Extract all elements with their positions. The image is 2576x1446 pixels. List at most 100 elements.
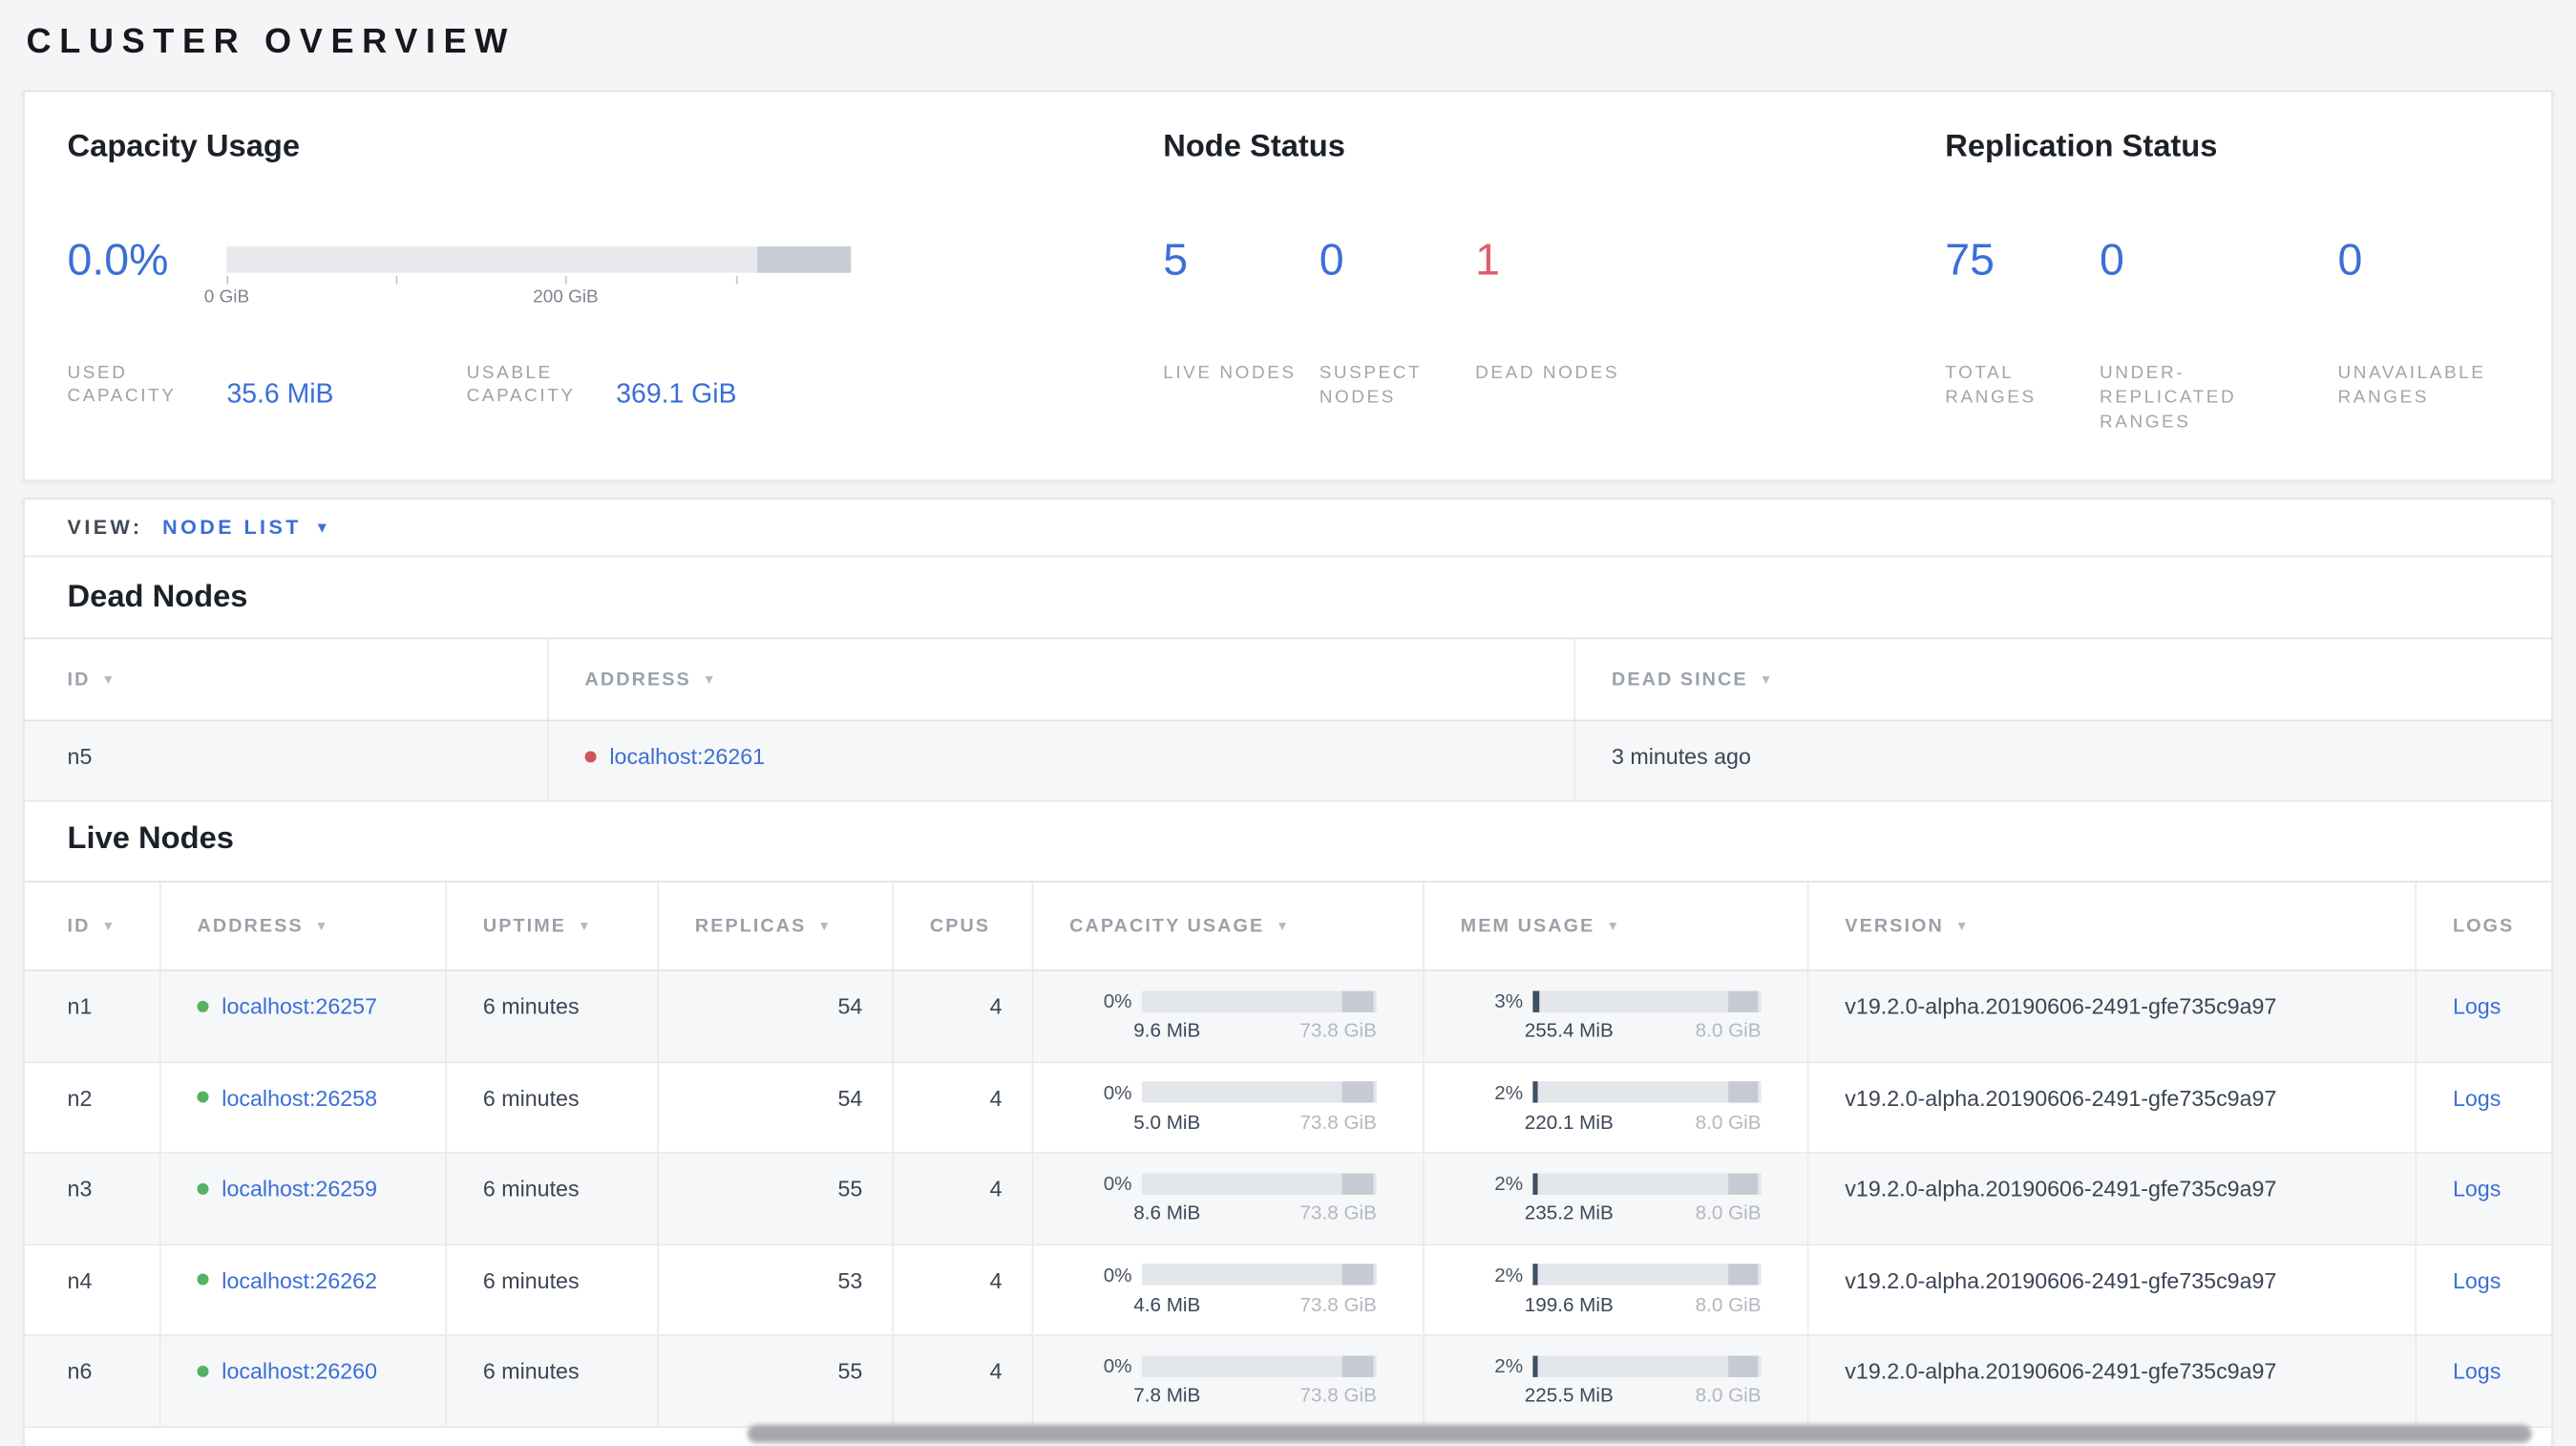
logs-cell: Logs <box>2417 1244 2551 1334</box>
sort-caret-icon: ▼ <box>1759 671 1773 688</box>
mem-usage-cell: 2% 235.2 MiB 8.0 GiB <box>1425 1153 1809 1244</box>
live-nodes-stat: 5 LIVE NODES <box>1163 232 1319 412</box>
node-version: v19.2.0-alpha.20190606-2491-gfe735c9a97 <box>1808 970 2418 1061</box>
node-replicas: 53 <box>659 1244 895 1335</box>
mem-total-value: 8.0 GiB <box>1695 1110 1762 1134</box>
total-ranges-count: 75 <box>1945 235 1995 285</box>
capacity-used-value: 8.6 MiB <box>1133 1201 1201 1224</box>
node-address-link[interactable]: localhost:26261 <box>609 744 765 769</box>
logs-link[interactable]: Logs <box>2453 1359 2501 1384</box>
column-header-id[interactable]: ID ▼ <box>25 882 161 970</box>
table-row: n3 localhost:26259 6 minutes 55 4 0% 8.6… <box>24 1153 2552 1245</box>
node-replicas: 54 <box>659 1062 895 1153</box>
logs-cell: Logs <box>2417 1336 2551 1426</box>
capacity-bar-reserved-segment <box>757 246 852 273</box>
column-header-id[interactable]: ID ▼ <box>25 639 549 720</box>
node-cpus: 4 <box>894 1244 1034 1335</box>
logs-link[interactable]: Logs <box>2453 1085 2501 1110</box>
capacity-mini-bar <box>1141 1172 1377 1195</box>
mem-percent-text: 2% <box>1494 1080 1524 1104</box>
dead-since-value: 3 minutes ago <box>1611 744 1751 770</box>
live-nodes-header-row: ID ▼ ADDRESS ▼ UPTIME ▼ REPLICAS ▼ CPUS <box>24 882 2552 971</box>
column-header-mem-usage[interactable]: MEM USAGE ▼ <box>1425 882 1809 970</box>
node-list-dropdown[interactable]: NODE LIST ▼ <box>162 516 329 539</box>
capacity-usage-title: Capacity Usage <box>67 129 301 165</box>
sort-caret-icon: ▼ <box>101 918 116 934</box>
live-nodes-count: 5 <box>1163 235 1189 285</box>
mini-bar-reserved-segment <box>1342 1264 1374 1286</box>
mem-mini-bar <box>1532 989 1762 1012</box>
sort-caret-icon: ▼ <box>314 918 328 934</box>
node-address-link[interactable]: localhost:26260 <box>222 1359 377 1384</box>
sort-caret-icon: ▼ <box>101 671 116 688</box>
mini-bar-reserved-segment <box>1342 989 1374 1012</box>
page-title: CLUSTER OVERVIEW <box>26 23 516 61</box>
logs-cell: Logs <box>2417 1154 2551 1244</box>
node-address-link[interactable]: localhost:26262 <box>222 1267 377 1292</box>
live-node-dot <box>197 1274 209 1287</box>
node-version: v19.2.0-alpha.20190606-2491-gfe735c9a97 <box>1808 1244 2418 1335</box>
column-header-replicas[interactable]: REPLICAS ▼ <box>659 882 895 970</box>
axis-tick <box>396 276 399 285</box>
node-address-cell: localhost:26259 <box>161 1153 448 1244</box>
mem-used-value: 199.6 MiB <box>1524 1292 1614 1316</box>
replication-status-title: Replication Status <box>1945 129 2218 165</box>
mem-used-value: 225.5 MiB <box>1524 1383 1614 1407</box>
column-header-cpus: CPUS <box>894 882 1034 970</box>
node-cpus: 4 <box>894 1153 1034 1244</box>
node-address-link[interactable]: localhost:26257 <box>222 994 377 1019</box>
mem-total-value: 8.0 GiB <box>1695 1201 1762 1224</box>
replication-status-section: Replication Status 75 TOTAL RANGES 0 UND… <box>1945 128 2551 479</box>
capacity-total-value: 73.8 GiB <box>1299 1383 1377 1407</box>
column-header-address[interactable]: ADDRESS ▼ <box>161 882 448 970</box>
mini-bar-reserved-segment <box>1728 1264 1759 1286</box>
column-header-version[interactable]: VERSION ▼ <box>1808 882 2418 970</box>
column-header-dead-since[interactable]: DEAD SINCE ▼ <box>1575 639 2551 719</box>
mem-usage-cell: 2% 199.6 MiB 8.0 GiB <box>1425 1244 1809 1335</box>
capacity-mini-bar <box>1141 1081 1377 1103</box>
total-ranges-label: TOTAL RANGES <box>1945 363 2037 408</box>
column-header-uptime[interactable]: UPTIME ▼ <box>447 882 659 970</box>
dead-node-dot <box>584 751 597 763</box>
sort-caret-icon: ▼ <box>817 918 832 934</box>
dead-nodes-title: Dead Nodes <box>67 580 248 615</box>
capacity-total-value: 73.8 GiB <box>1299 1110 1377 1134</box>
node-version: v19.2.0-alpha.20190606-2491-gfe735c9a97 <box>1808 1062 2418 1153</box>
logs-link[interactable]: Logs <box>2453 994 2501 1019</box>
node-replicas: 55 <box>659 1335 895 1426</box>
column-header-capacity-usage[interactable]: CAPACITY USAGE ▼ <box>1033 882 1425 970</box>
live-nodes-table: ID ▼ ADDRESS ▼ UPTIME ▼ REPLICAS ▼ CPUS <box>24 881 2552 1428</box>
table-row: n4 localhost:26262 6 minutes 53 4 0% 4.6… <box>24 1244 2552 1336</box>
horizontal-scrollbar-thumb[interactable] <box>747 1424 2532 1443</box>
node-uptime: 6 minutes <box>447 1244 659 1335</box>
dead-nodes-label: DEAD NODES <box>1475 363 1620 383</box>
sort-caret-icon: ▼ <box>1606 918 1619 934</box>
column-header-address[interactable]: ADDRESS ▼ <box>549 639 1576 720</box>
logs-link[interactable]: Logs <box>2453 1267 2501 1292</box>
capacity-usage-cell: 0% 4.6 MiB 73.8 GiB <box>1033 1244 1425 1335</box>
mem-total-value: 8.0 GiB <box>1695 1383 1762 1407</box>
node-uptime: 6 minutes <box>447 1062 659 1153</box>
axis-tick-label: 200 GiB <box>533 287 599 308</box>
usable-capacity-value: 369.1 GiB <box>616 379 737 410</box>
mem-mini-bar <box>1532 1264 1762 1286</box>
usable-capacity-label: USABLE CAPACITY <box>466 363 576 407</box>
node-status-title: Node Status <box>1163 129 1345 165</box>
node-address-link[interactable]: localhost:26259 <box>222 1177 377 1201</box>
mem-used-value: 255.4 MiB <box>1524 1018 1614 1042</box>
logs-link[interactable]: Logs <box>2453 1177 2501 1201</box>
live-nodes-title: Live Nodes <box>67 821 234 857</box>
mini-bar-reserved-segment <box>1342 1172 1374 1195</box>
node-address-link[interactable]: localhost:26258 <box>222 1085 377 1110</box>
live-nodes-label: LIVE NODES <box>1163 363 1297 383</box>
capacity-used-value: 5.0 MiB <box>1133 1110 1201 1134</box>
live-node-dot <box>197 1365 209 1377</box>
dead-nodes-table: ID ▼ ADDRESS ▼ DEAD SINCE ▼ n5 localhost… <box>24 637 2552 802</box>
node-uptime: 6 minutes <box>447 1153 659 1244</box>
sort-caret-icon: ▼ <box>1276 918 1289 934</box>
mini-bar-reserved-segment <box>1728 1081 1759 1103</box>
capacity-used-value: 9.6 MiB <box>1133 1018 1201 1042</box>
node-replicas: 55 <box>659 1153 895 1244</box>
live-node-dot <box>197 1092 209 1104</box>
unavailable-ranges-count: 0 <box>2337 235 2363 285</box>
